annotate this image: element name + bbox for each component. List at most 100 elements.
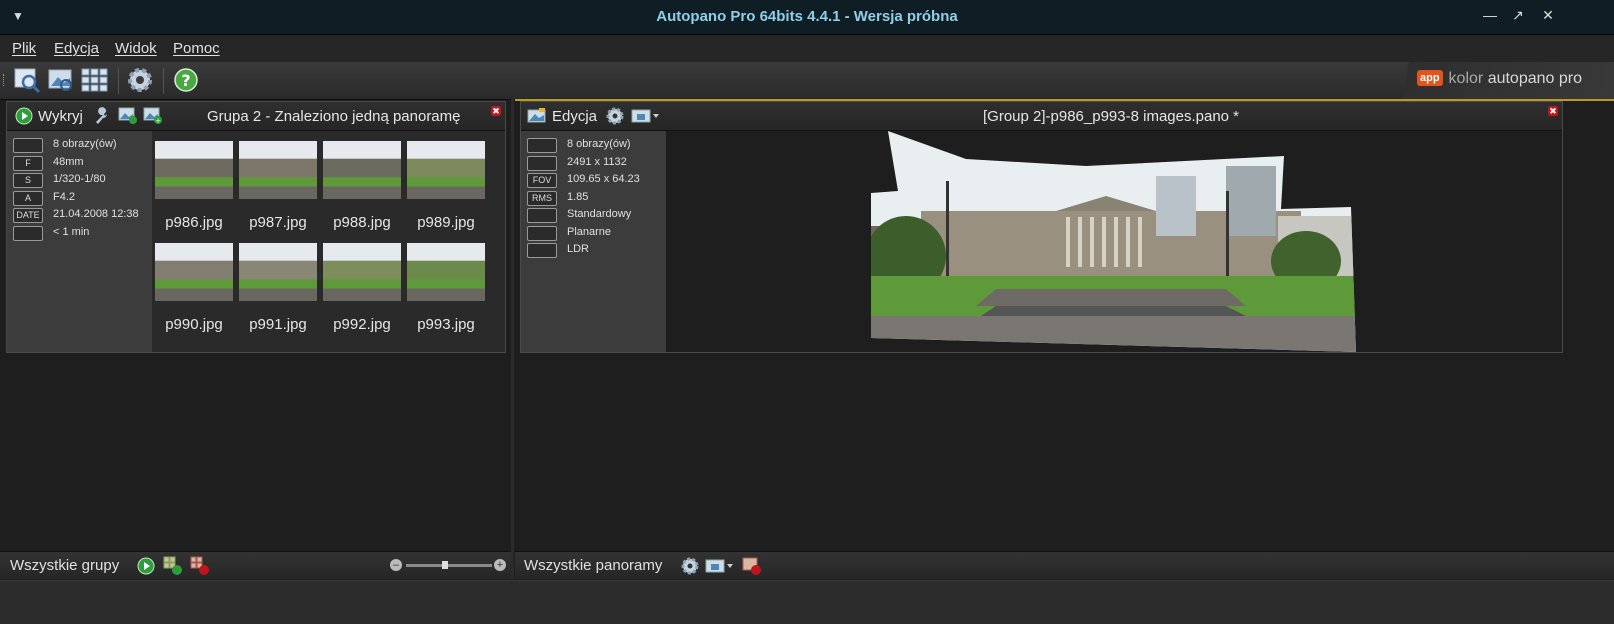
add-group-grid-icon[interactable]	[163, 556, 183, 576]
detect-all-play-icon[interactable]	[137, 557, 155, 575]
group-close-icon[interactable]: ✖	[491, 106, 501, 116]
pano-info-badge: FOV	[527, 173, 557, 188]
edit-pano-icon[interactable]	[527, 107, 547, 125]
thumbnail-label: p987.jpg	[249, 214, 307, 231]
pano-info-text: Standardowy	[567, 208, 632, 220]
wrench-icon[interactable]	[93, 107, 111, 125]
all-groups-label: Wszystkie grupy	[10, 557, 120, 574]
panoramas-settings-gear-icon[interactable]	[680, 556, 700, 576]
toolbar-grip[interactable]	[3, 74, 7, 86]
group-info-text: < 1 min	[53, 225, 90, 238]
thumbnail-image[interactable]	[407, 141, 485, 199]
group-info-text: F4.2	[53, 190, 76, 203]
thumbnail-label: p988.jpg	[333, 214, 391, 231]
brand-logo: app kolor autopano pro	[1416, 70, 1582, 88]
thumbnail-image[interactable]	[323, 141, 401, 199]
thumbnail-image[interactable]	[239, 243, 317, 301]
group-info-badge	[13, 138, 43, 153]
group-info-badge: F	[13, 155, 43, 171]
zoom-thumb[interactable]	[442, 561, 448, 569]
minimize-icon[interactable]: —	[1480, 7, 1500, 23]
pano-info-column: 8 obrazy(ów) 2491 x 1132 FOV 109.65 x 64.23…	[521, 131, 666, 352]
window-title: Autopano Pro 64bits 4.4.1 - Wersja próbn…	[656, 8, 958, 25]
brand-name: autopano pro	[1487, 70, 1582, 87]
group-title: Grupa 2 - Znaleziono jedną panoramę	[207, 108, 461, 125]
batch-icon[interactable]	[80, 66, 110, 94]
menu-pomoc[interactable]: Pomoc	[173, 40, 220, 57]
group-panel: Wykryj + Grupa 2 - Znaleziono jedną pano…	[6, 101, 506, 353]
brand-kolor: kolor	[1448, 70, 1484, 87]
pano-info-text: 8 obrazy(ów)	[567, 138, 631, 150]
group-info-text: 21.04.2008 12:38	[53, 208, 139, 220]
zoom-out-icon[interactable]: –	[390, 559, 402, 571]
add-group-icon[interactable]: +	[143, 106, 163, 124]
thumbnail-label: p993.jpg	[417, 316, 475, 333]
toolbar-separator	[118, 68, 119, 94]
brand-logo-badge: app	[1416, 70, 1443, 86]
group-info-badge	[13, 225, 43, 241]
pano-info-badge	[527, 155, 557, 171]
thumbnail-image[interactable]	[323, 243, 401, 301]
group-info-badge: DATE	[13, 208, 43, 223]
settings-gear-icon[interactable]	[125, 66, 155, 94]
close-icon[interactable]: ✕	[1538, 7, 1558, 24]
pano-info-badge: RMS	[527, 190, 557, 206]
detect-icon[interactable]	[46, 66, 76, 94]
thumbnail-label: p986.jpg	[165, 214, 223, 231]
pano-info-badge	[527, 138, 557, 153]
select-images-icon[interactable]	[12, 66, 42, 94]
pano-settings-gear-icon[interactable]	[605, 106, 625, 126]
thumbnail-image[interactable]	[155, 141, 233, 199]
group-panel-header: Wykryj + Grupa 2 - Znaleziono jedną pano…	[7, 102, 505, 131]
group-info-text: 1/320-1/80	[53, 173, 106, 185]
zoom-in-icon[interactable]: +	[494, 559, 506, 571]
toolbar-separator-2	[163, 68, 164, 94]
panoramas-bottom-bar: Wszystkie panoramy	[515, 551, 1614, 579]
render-dropdown-icon[interactable]	[631, 107, 661, 125]
pano-preview[interactable]	[666, 131, 1562, 352]
detect-button[interactable]: Wykryj	[38, 108, 83, 125]
main-toolbar: ? app kolor autopano pro	[0, 62, 1614, 100]
thumbnail-image[interactable]	[407, 243, 485, 301]
thumbnail-image[interactable]	[155, 243, 233, 301]
group-info-text: 8 obrazy(ów)	[53, 138, 117, 150]
maximize-icon[interactable]: ↗	[1508, 7, 1528, 24]
menu-bar: Plik Edycja Widok Pomoc	[0, 35, 1614, 62]
help-icon[interactable]: ?	[172, 66, 202, 94]
remove-panorama-icon[interactable]	[742, 556, 762, 576]
menu-widok[interactable]: Widok	[115, 40, 157, 57]
zoom-slider[interactable]: – +	[390, 558, 508, 574]
group-info-text: 48mm	[53, 155, 84, 168]
pano-info-badge	[527, 243, 557, 258]
thumbnail-label: p992.jpg	[333, 316, 391, 333]
remove-group-grid-icon[interactable]	[190, 556, 210, 576]
pano-info-badge	[527, 208, 557, 223]
thumbnail-label: p989.jpg	[417, 214, 475, 231]
panel-splitter[interactable]	[511, 99, 514, 579]
play-icon[interactable]	[15, 107, 33, 125]
menu-plik[interactable]: Plik	[12, 40, 36, 57]
groups-bottom-bar: Wszystkie grupy – +	[0, 551, 511, 579]
all-panoramas-label: Wszystkie panoramy	[524, 557, 663, 574]
pano-title: [Group 2]-p986_p993-8 images.pano *	[983, 108, 1240, 125]
svg-text:?: ?	[181, 71, 190, 90]
edit-button[interactable]: Edycja	[552, 108, 597, 125]
thumbnail-grid: p986.jpg p987.jpg p988.jpg p989.jpg p990.jpg…	[152, 131, 505, 352]
menu-edycja[interactable]: Edycja	[54, 40, 99, 57]
pano-info-text: LDR	[567, 243, 590, 255]
pano-info-text: 109.65 x 64.23	[567, 173, 640, 185]
group-info-badge: S	[13, 173, 43, 188]
group-info-badge: A	[13, 190, 43, 206]
group-info-column: 8 obrazy(ów) F 48mm S 1/320-1/80 A F4.2 DATE 21.…	[7, 131, 152, 352]
pano-info-badge	[527, 225, 557, 241]
add-image-icon[interactable]	[118, 106, 138, 124]
thumbnail-image[interactable]	[239, 141, 317, 199]
panorama-image	[871, 131, 1356, 352]
zoom-track[interactable]	[406, 564, 492, 567]
pano-panel-header: Edycja [Group 2]-p986_p993-8 images.pano…	[521, 102, 1562, 131]
pano-info-text: 2491 x 1132	[567, 155, 627, 168]
thumbnail-label: p991.jpg	[249, 316, 307, 333]
svg-text:+: +	[155, 117, 161, 124]
batch-render-dropdown-icon[interactable]	[705, 557, 735, 575]
pano-close-icon[interactable]: ✖	[1548, 106, 1558, 116]
